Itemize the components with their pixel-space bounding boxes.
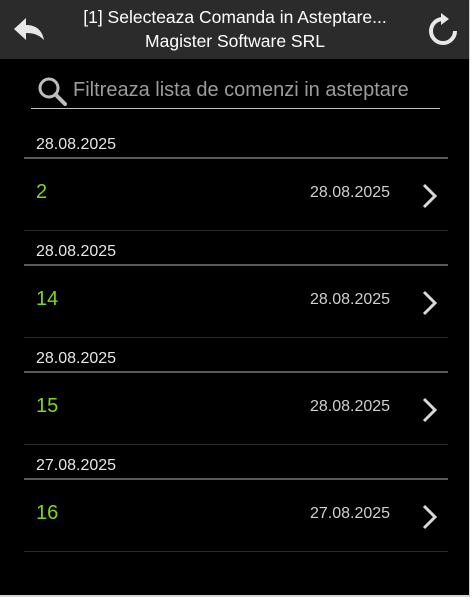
title-line-2: Magister Software SRL [145,31,325,51]
app-frame: [1] Selecteaza Comanda in Asteptare... M… [0,0,472,603]
group-date-header: 28.08.2025 [24,135,448,159]
search-icon [38,77,67,106]
refresh-icon [429,13,457,45]
order-group: 28.08.2025 14 28.08.2025 [0,242,469,349]
group-date-header: 27.08.2025 [24,456,448,480]
top-bar: [1] Selecteaza Comanda in Asteptare... M… [0,0,469,59]
order-row[interactable]: 14 28.08.2025 [24,266,448,338]
order-date: 28.08.2025 [310,291,391,308]
order-row[interactable]: 2 28.08.2025 [24,159,448,231]
order-row[interactable]: 15 28.08.2025 [24,373,448,445]
order-group: 27.08.2025 16 27.08.2025 [0,456,469,563]
back-arrow-icon [14,18,44,40]
group-date-header: 28.08.2025 [24,349,448,373]
order-date: 28.08.2025 [310,398,391,415]
order-id: 16 [36,502,59,524]
chevron-right-icon [422,504,438,530]
search-input[interactable] [73,74,439,106]
order-group: 28.08.2025 15 28.08.2025 [0,349,469,456]
chevron-right-icon [422,183,438,209]
back-button[interactable] [10,13,48,45]
order-row[interactable]: 16 27.08.2025 [24,480,448,552]
order-group: 28.08.2025 2 28.08.2025 [0,135,469,242]
page-title: [1] Selecteaza Comanda in Asteptare... M… [60,5,410,55]
order-id: 14 [36,288,59,310]
order-date: 27.08.2025 [310,505,391,522]
order-id: 2 [36,181,48,203]
chevron-right-icon [422,397,438,423]
refresh-button[interactable] [424,12,462,48]
search-bar [31,70,440,109]
chevron-right-icon [422,290,438,316]
app-screen: [1] Selecteaza Comanda in Asteptare... M… [0,0,470,597]
title-line-1: [1] Selecteaza Comanda in Asteptare... [83,7,387,27]
order-date: 28.08.2025 [310,184,391,201]
group-date-header: 28.08.2025 [24,242,448,266]
order-id: 15 [36,395,59,417]
